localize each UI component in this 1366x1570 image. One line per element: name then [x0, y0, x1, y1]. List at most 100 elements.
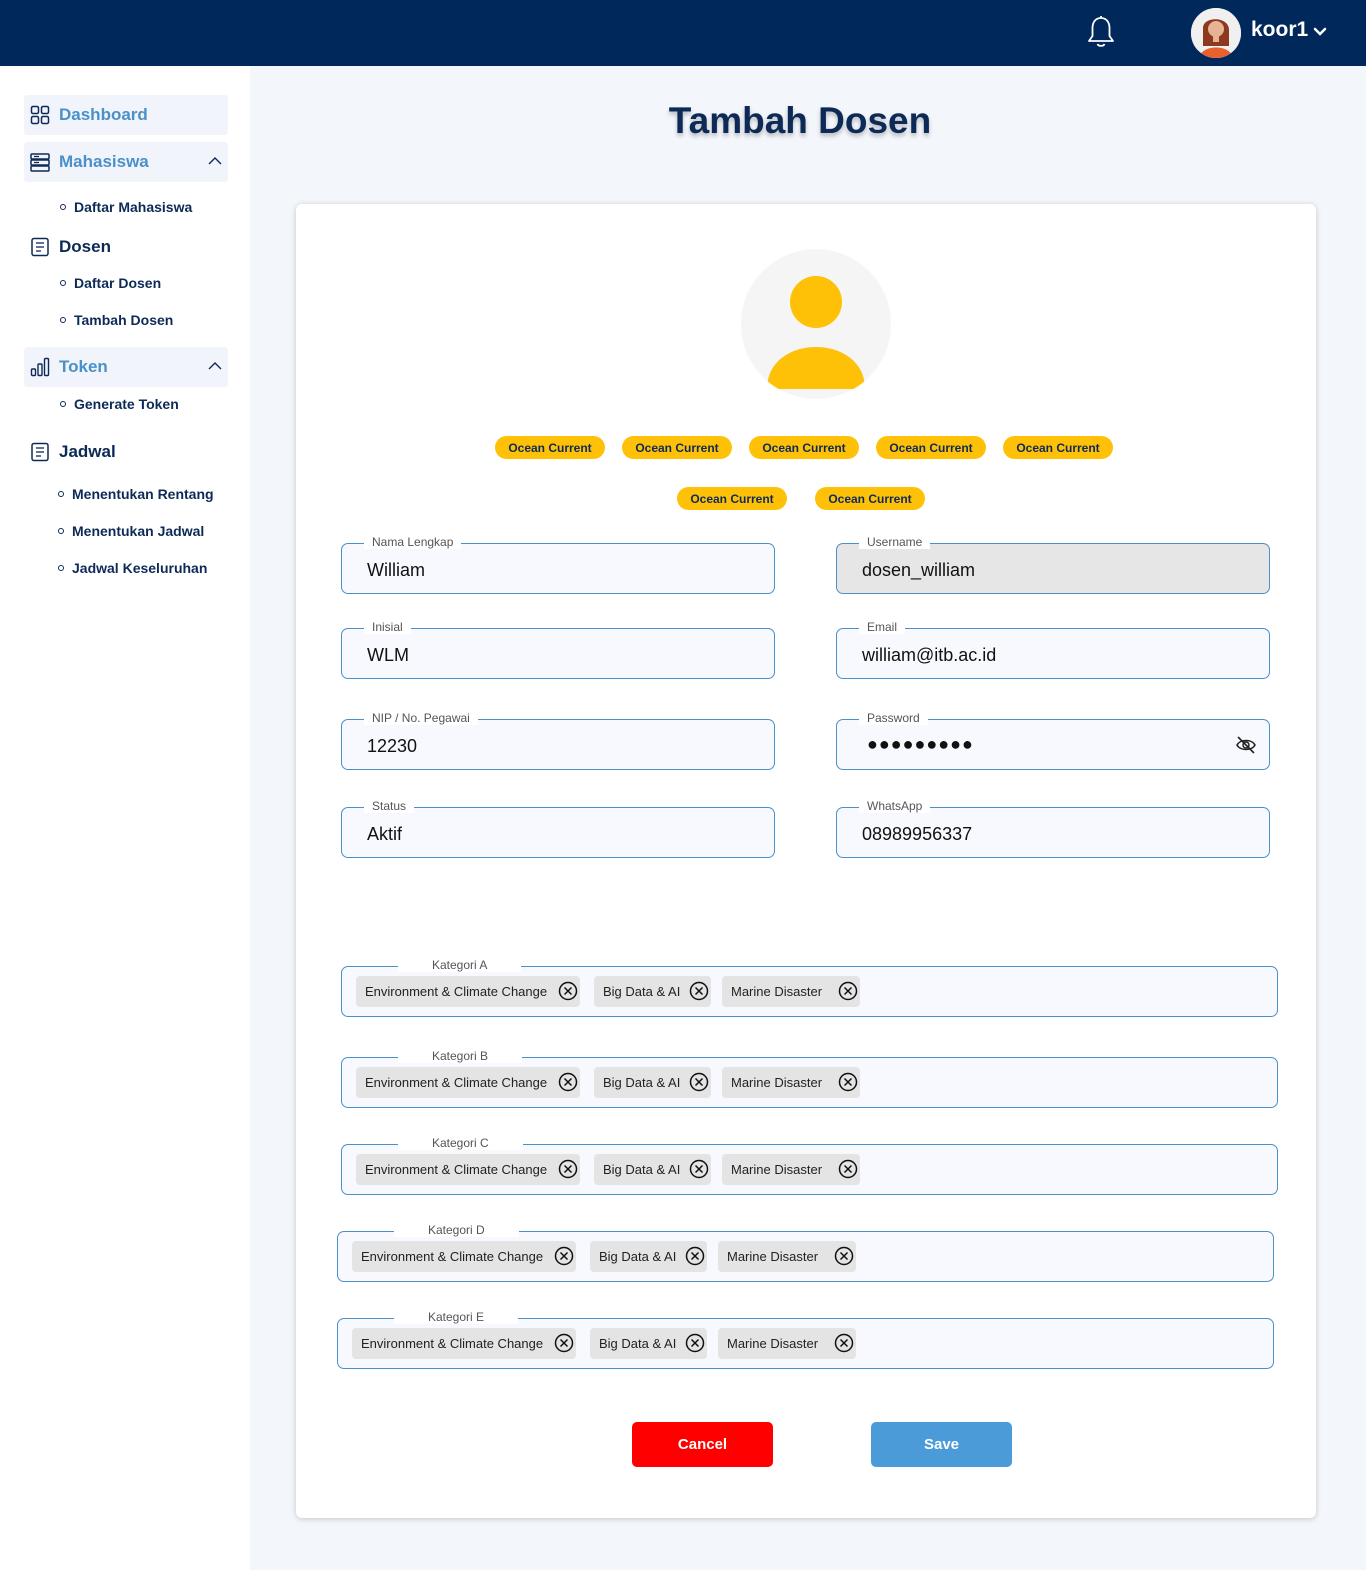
sidebar-subitem-label: Tambah Dosen	[74, 312, 174, 328]
kategori-a-field[interactable]: Kategori A Environment & Climate Change …	[341, 958, 1278, 1017]
field-value: WLM	[367, 645, 409, 665]
sidebar-subitem-label: Daftar Dosen	[74, 275, 162, 291]
whatsapp-field[interactable]: WhatsApp 08989956337	[836, 799, 1270, 858]
remove-chip-icon[interactable]	[838, 1072, 858, 1092]
remove-chip-icon[interactable]	[554, 1246, 574, 1266]
eye-off-icon[interactable]	[1235, 735, 1257, 755]
remove-chip-icon[interactable]	[834, 1333, 854, 1353]
kategori-c-field[interactable]: Kategori C Environment & Climate Change …	[341, 1136, 1278, 1195]
bullet-icon	[60, 317, 66, 323]
bullet-icon	[60, 204, 66, 210]
topic-badge: Ocean Current	[749, 436, 859, 459]
sidebar-label-mahasiswa: Mahasiswa	[59, 152, 149, 171]
topic-badge: Ocean Current	[1003, 436, 1113, 459]
sidebar-subitem-generate-token[interactable]: Generate Token	[60, 396, 179, 412]
remove-chip-icon[interactable]	[685, 1246, 705, 1266]
chip-label: Marine Disaster	[731, 1162, 823, 1177]
remove-chip-icon[interactable]	[685, 1333, 705, 1353]
category-chip: Marine Disaster	[722, 1067, 860, 1098]
header-username[interactable]: koor1	[1251, 18, 1308, 42]
bell-icon[interactable]	[1086, 15, 1116, 49]
sidebar-item-dosen[interactable]: Dosen	[24, 227, 228, 267]
category-chip: Big Data & AI	[590, 1241, 707, 1272]
chevron-up-icon[interactable]	[208, 361, 222, 371]
sidebar-item-dashboard[interactable]: Dashboard	[24, 95, 228, 135]
sidebar-label-jadwal: Jadwal	[59, 442, 116, 461]
category-chip: Environment & Climate Change	[356, 1067, 580, 1098]
remove-chip-icon[interactable]	[689, 1072, 709, 1092]
sidebar-subitem-menentukan-rentang[interactable]: Menentukan Rentang	[58, 486, 214, 502]
field-label: Nama Lengkap	[364, 535, 462, 549]
sidebar-label-token: Token	[59, 357, 108, 376]
bullet-icon	[60, 401, 66, 407]
category-chip: Marine Disaster	[722, 1154, 860, 1185]
document-icon	[31, 442, 49, 462]
topic-badge: Ocean Current	[677, 487, 787, 510]
chevron-up-icon[interactable]	[208, 156, 222, 166]
bullet-icon	[58, 565, 64, 571]
sidebar-subitem-menentukan-jadwal[interactable]: Menentukan Jadwal	[58, 523, 204, 539]
topic-badge: Ocean Current	[495, 436, 605, 459]
email-field[interactable]: Email william@itb.ac.id	[836, 620, 1270, 679]
chevron-down-icon[interactable]	[1313, 27, 1327, 37]
chip-label: Big Data & AI	[603, 984, 681, 999]
sidebar-subitem-jadwal-keseluruhan[interactable]: Jadwal Keseluruhan	[58, 560, 207, 576]
field-label: NIP / No. Pegawai	[364, 711, 478, 725]
inisial-field[interactable]: Inisial WLM	[341, 620, 775, 679]
topic-badge: Ocean Current	[815, 487, 925, 510]
field-label: Kategori B	[398, 1049, 523, 1063]
category-chip: Environment & Climate Change	[352, 1241, 576, 1272]
sidebar-subitem-daftar-mahasiswa[interactable]: Daftar Mahasiswa	[60, 199, 192, 215]
field-label: Email	[859, 620, 906, 634]
sidebar-item-jadwal[interactable]: Jadwal	[24, 432, 228, 472]
remove-chip-icon[interactable]	[838, 1159, 858, 1179]
remove-chip-icon[interactable]	[689, 1159, 709, 1179]
cancel-button[interactable]: Cancel	[632, 1422, 773, 1467]
kategori-e-field[interactable]: Kategori E Environment & Climate Change …	[337, 1310, 1274, 1369]
bar-chart-icon	[30, 357, 50, 377]
field-label: WhatsApp	[859, 799, 931, 813]
remove-chip-icon[interactable]	[834, 1246, 854, 1266]
document-icon	[31, 237, 49, 257]
status-field[interactable]: Status Aktif	[341, 799, 775, 858]
field-label: Inisial	[364, 620, 411, 634]
field-value: ●●●●●●●●●	[867, 734, 974, 754]
remove-chip-icon[interactable]	[689, 981, 709, 1001]
sidebar-label-dosen: Dosen	[59, 237, 111, 256]
remove-chip-icon[interactable]	[838, 981, 858, 1001]
chip-label: Big Data & AI	[603, 1162, 681, 1177]
nip-field[interactable]: NIP / No. Pegawai 12230	[341, 711, 775, 770]
remove-chip-icon[interactable]	[558, 981, 578, 1001]
sidebar-subitem-daftar-dosen[interactable]: Daftar Dosen	[60, 275, 161, 291]
remove-chip-icon[interactable]	[554, 1333, 574, 1353]
password-field[interactable]: Password ●●●●●●●●●	[836, 711, 1270, 770]
chip-label: Environment & Climate Change	[365, 984, 548, 999]
bullet-icon	[58, 528, 64, 534]
nama-lengkap-field[interactable]: Nama Lengkap William	[341, 535, 775, 594]
category-chip: Environment & Climate Change	[356, 976, 580, 1007]
sidebar-subitem-label: Daftar Mahasiswa	[74, 199, 193, 215]
remove-chip-icon[interactable]	[558, 1159, 578, 1179]
chip-label: Environment & Climate Change	[365, 1075, 548, 1090]
server-icon	[30, 153, 50, 172]
save-button[interactable]: Save	[871, 1422, 1012, 1467]
user-avatar[interactable]	[1191, 8, 1241, 58]
sidebar-item-token[interactable]: Token	[24, 347, 228, 387]
kategori-d-field[interactable]: Kategori D Environment & Climate Change …	[337, 1223, 1274, 1282]
sidebar-subitem-tambah-dosen[interactable]: Tambah Dosen	[60, 312, 173, 328]
field-label: Kategori A	[398, 958, 522, 972]
sidebar-subitem-label: Jadwal Keseluruhan	[72, 560, 208, 576]
top-bar: koor1	[0, 0, 1366, 66]
kategori-b-field[interactable]: Kategori B Environment & Climate Change …	[341, 1049, 1278, 1108]
chip-label: Big Data & AI	[599, 1336, 677, 1351]
field-label: Status	[364, 799, 415, 813]
category-chip: Environment & Climate Change	[356, 1154, 580, 1185]
field-value: William	[367, 560, 425, 580]
category-chip: Big Data & AI	[594, 1067, 711, 1098]
sidebar-item-mahasiswa[interactable]: Mahasiswa	[24, 142, 228, 182]
profile-placeholder-icon[interactable]	[741, 249, 891, 399]
field-value: william@itb.ac.id	[862, 645, 997, 665]
category-chip: Big Data & AI	[590, 1328, 707, 1359]
chip-label: Environment & Climate Change	[361, 1336, 544, 1351]
remove-chip-icon[interactable]	[558, 1072, 578, 1092]
